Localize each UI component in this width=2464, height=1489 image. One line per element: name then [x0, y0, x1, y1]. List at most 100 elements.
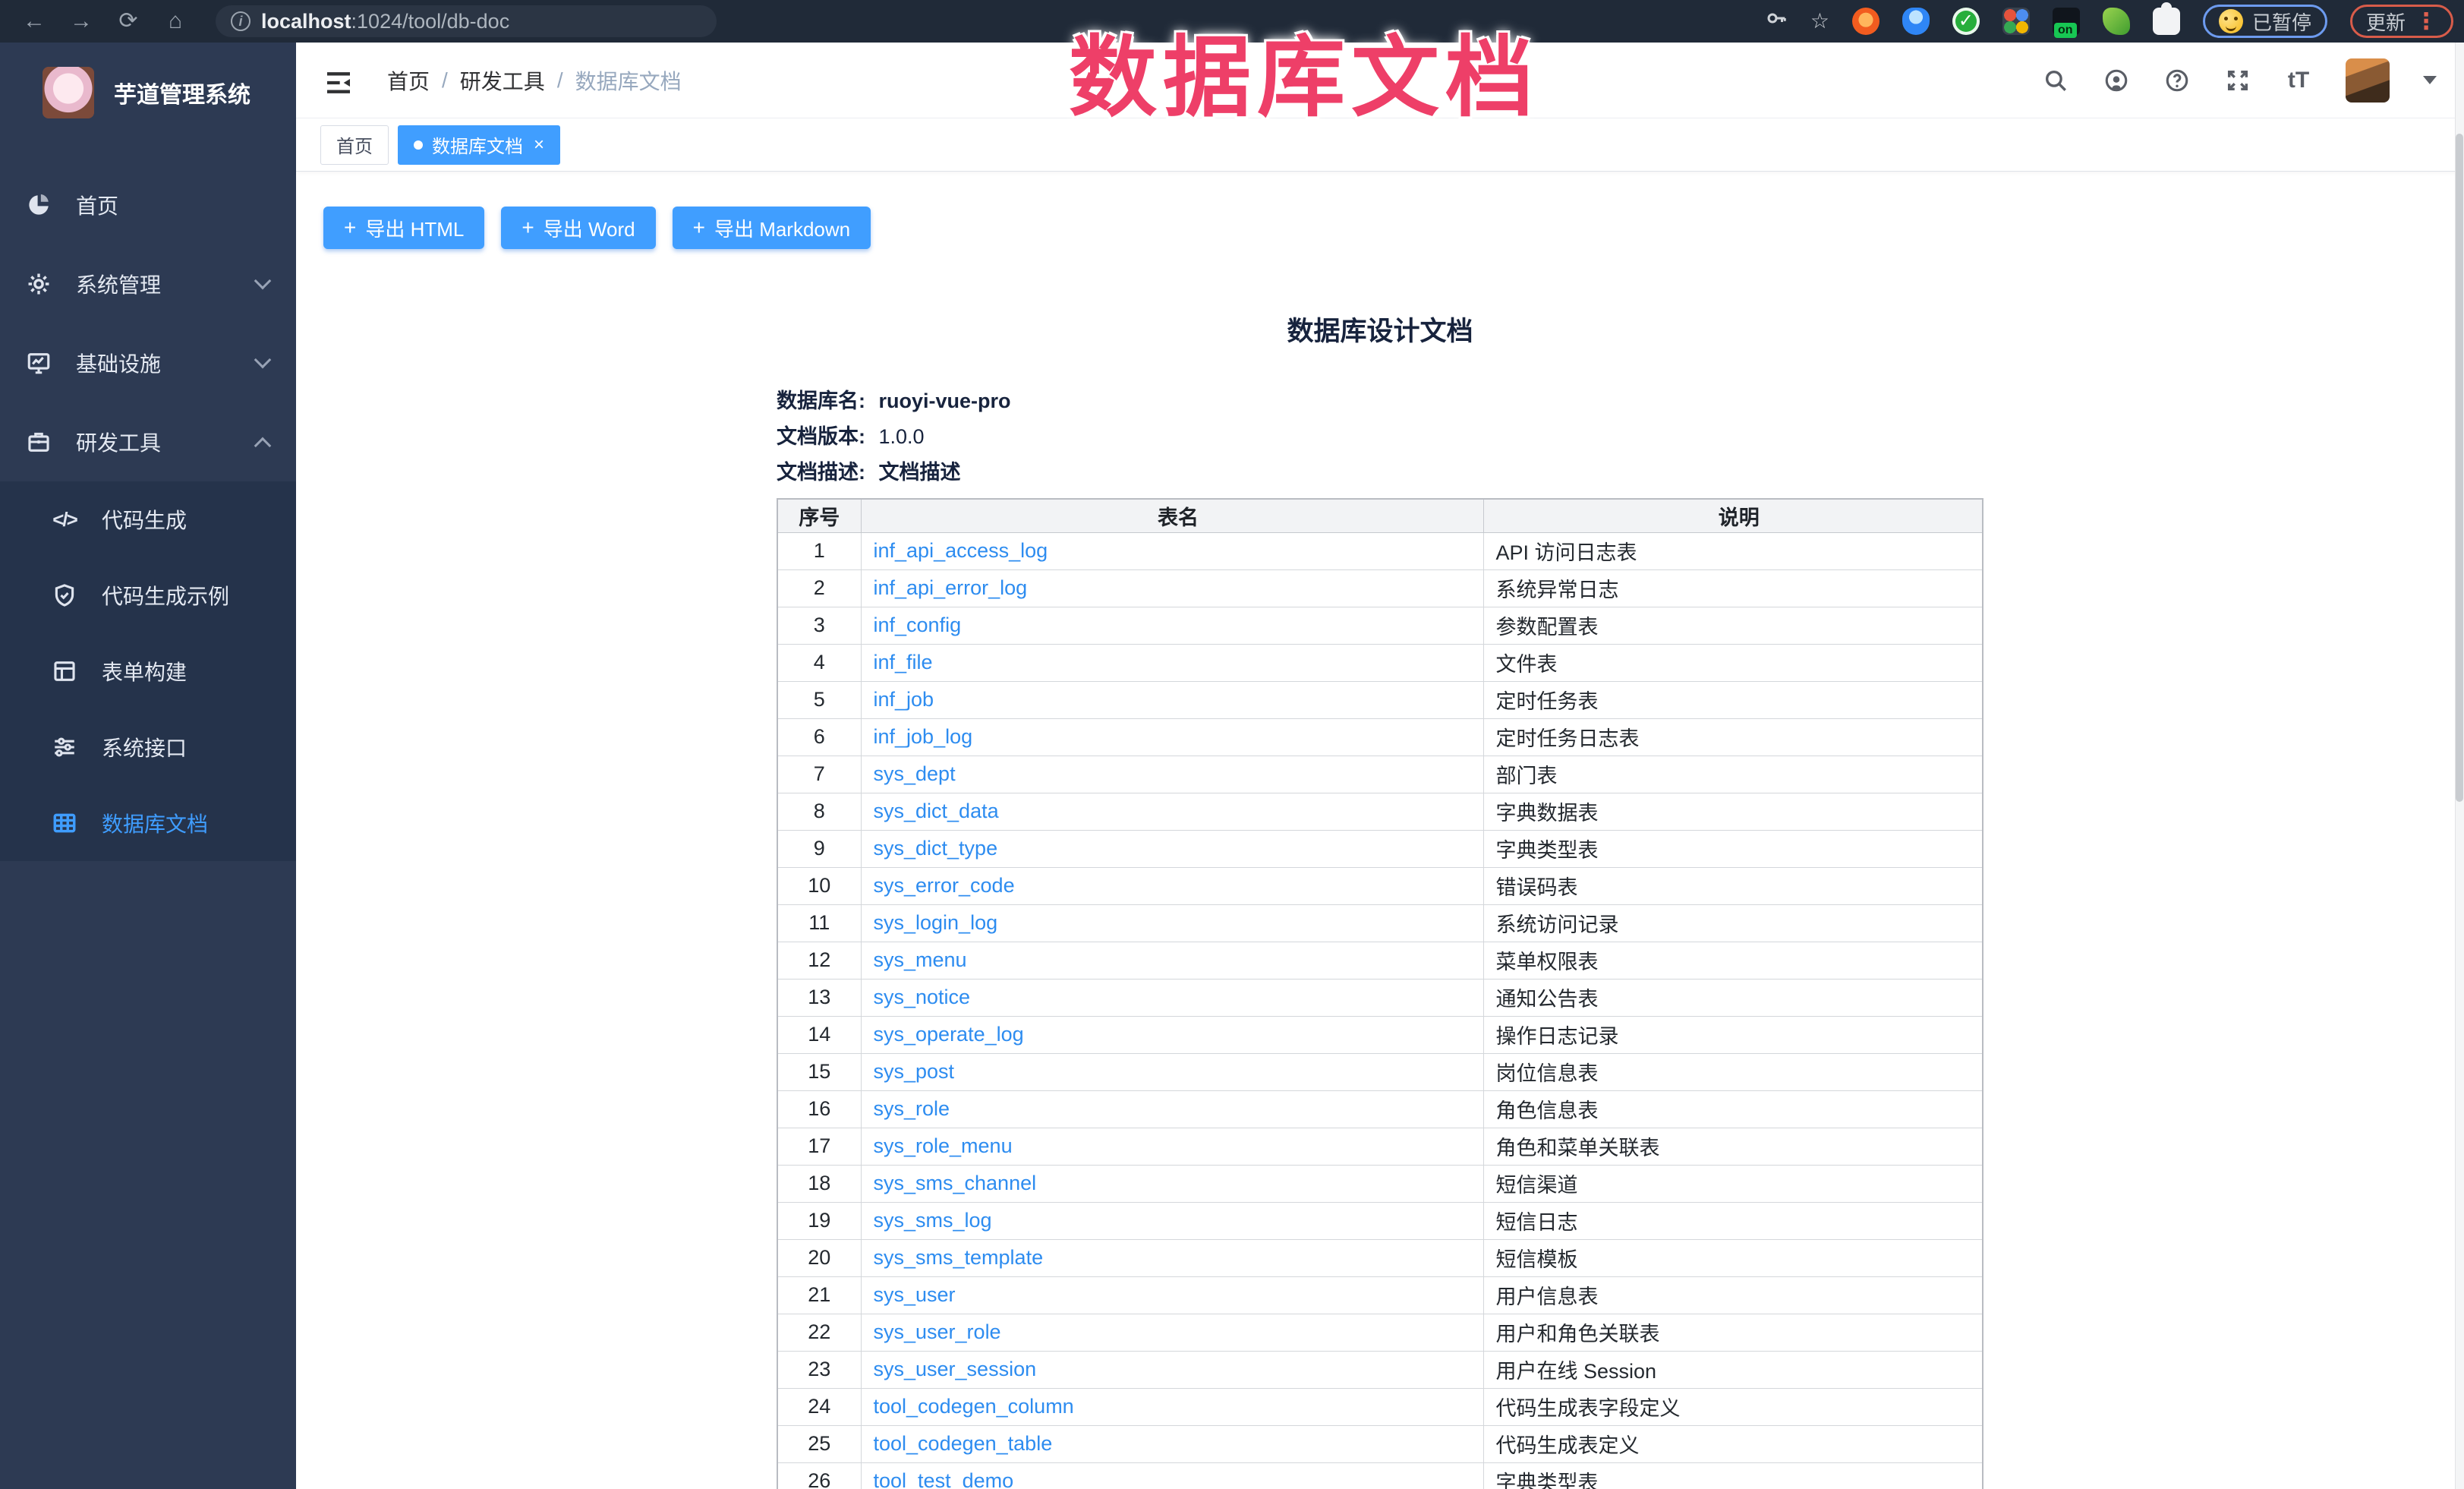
chevron-up-icon: [254, 437, 272, 455]
extension-check-icon[interactable]: ✓: [1952, 8, 1980, 35]
tab-home[interactable]: 首页: [320, 125, 389, 165]
table-name-link[interactable]: sys_post: [874, 1060, 955, 1083]
table-name-link[interactable]: sys_dept: [874, 762, 956, 785]
sidebar-item-label: 基础设施: [76, 348, 161, 378]
browser-update-button[interactable]: 更新 ⋮: [2350, 5, 2453, 38]
site-info-icon[interactable]: i: [231, 11, 250, 31]
table-name-link[interactable]: sys_sms_channel: [874, 1172, 1037, 1194]
avatar[interactable]: [2346, 58, 2390, 103]
table-name-link[interactable]: sys_dict_type: [874, 837, 998, 860]
search-icon[interactable]: [2042, 67, 2069, 94]
extension-leaf-icon[interactable]: [2103, 8, 2130, 35]
table-name-link[interactable]: inf_job_log: [874, 725, 973, 748]
sidebar-item-codegen-demo[interactable]: 代码生成示例: [0, 557, 296, 633]
row-index: 10: [777, 867, 861, 904]
collapse-sidebar-icon[interactable]: [323, 68, 354, 93]
table-name-link[interactable]: inf_api_error_log: [874, 576, 1028, 599]
table-head: 序号 表名 说明: [777, 499, 1983, 532]
breadcrumb-devtools[interactable]: 研发工具: [460, 65, 545, 96]
table-name-link[interactable]: tool_test_demo: [874, 1469, 1014, 1489]
browser-back-button[interactable]: ←: [11, 0, 58, 43]
extension-grid-icon[interactable]: [2002, 8, 2030, 35]
github-icon[interactable]: [2103, 67, 2130, 94]
table-name-link[interactable]: inf_file: [874, 651, 933, 674]
sidebar-item-label: 代码生成示例: [102, 580, 229, 610]
extension-icon[interactable]: [1902, 8, 1930, 35]
sidebar-item-home[interactable]: 首页: [0, 166, 296, 244]
paused-extension-chip[interactable]: 已暂停: [2203, 5, 2327, 38]
sidebar-item-form-builder[interactable]: 表单构建: [0, 633, 296, 709]
breadcrumb-separator: /: [442, 68, 448, 93]
table-name-link[interactable]: sys_sms_log: [874, 1209, 992, 1232]
tab-label: 首页: [336, 131, 373, 158]
table-name-link[interactable]: tool_codegen_column: [874, 1395, 1074, 1418]
sidebar-item-codegen[interactable]: </> 代码生成: [0, 481, 296, 557]
table-name-link[interactable]: sys_login_log: [874, 911, 998, 934]
export-button[interactable]: + 导出 Markdown: [673, 207, 871, 249]
fullscreen-icon[interactable]: [2224, 67, 2251, 94]
table-row: 4 inf_file 文件表: [777, 644, 1983, 681]
page-scrollbar[interactable]: [2455, 43, 2464, 1489]
table-description: 参数配置表: [1483, 607, 1983, 644]
paused-label: 已暂停: [2252, 8, 2311, 36]
table-name-link[interactable]: sys_sms_template: [874, 1246, 1044, 1269]
scrollbar-thumb[interactable]: [2456, 134, 2463, 802]
table-description: 部门表: [1483, 756, 1983, 793]
table-name-link[interactable]: inf_config: [874, 614, 962, 636]
table-description: 短信模板: [1483, 1239, 1983, 1276]
extension-icon[interactable]: [1852, 8, 1880, 35]
table-name-link[interactable]: sys_user_role: [874, 1320, 1001, 1343]
browser-reload-button[interactable]: ⟳: [105, 0, 152, 43]
table-name-link[interactable]: sys_role_menu: [874, 1134, 1013, 1157]
shield-check-icon: [50, 581, 79, 610]
table-name-link[interactable]: inf_job: [874, 688, 934, 711]
row-index: 19: [777, 1202, 861, 1239]
tags-view-bar: 首页 数据库文档 ×: [296, 118, 2464, 172]
browser-menu-icon[interactable]: ⋮: [2415, 8, 2437, 35]
field-value: 文档描述: [879, 461, 961, 484]
address-bar[interactable]: i localhost:1024/tool/db-doc: [216, 5, 717, 37]
sidebar-item-devtools[interactable]: 研发工具: [0, 402, 296, 481]
sidebar-item-system[interactable]: 系统管理: [0, 244, 296, 323]
table-row: 26 tool_test_demo 字典类型表: [777, 1462, 1983, 1489]
table-name-link[interactable]: inf_api_access_log: [874, 539, 1048, 562]
browser-home-button[interactable]: ⌂: [152, 0, 199, 43]
main-area: 首页 / 研发工具 / 数据库文档 tT: [296, 43, 2464, 1489]
table-name-link[interactable]: sys_dict_data: [874, 800, 999, 822]
row-index: 26: [777, 1462, 861, 1489]
sidebar-item-label: 代码生成: [102, 504, 187, 535]
extension-on-icon[interactable]: on: [2053, 8, 2080, 35]
sidebar-item-infra[interactable]: 基础设施: [0, 323, 296, 402]
tables-overview-table: 序号 表名 说明 1 inf_api_access_log API 访问日志表: [777, 498, 1983, 1489]
table-body: 1 inf_api_access_log API 访问日志表 2 inf_api…: [777, 532, 1983, 1489]
table-row: 15 sys_post 岗位信息表: [777, 1053, 1983, 1090]
row-index: 1: [777, 532, 861, 569]
export-button[interactable]: + 导出 Word: [501, 207, 655, 249]
extensions-puzzle-icon[interactable]: [2153, 8, 2180, 35]
export-toolbar: + 导出 HTML + 导出 Word + 导出 Markdown: [323, 207, 2464, 249]
row-index: 5: [777, 681, 861, 718]
field-value: ruoyi-vue-pro: [879, 390, 1011, 412]
table-name-link[interactable]: sys_error_code: [874, 874, 1015, 897]
close-icon[interactable]: ×: [534, 136, 544, 154]
breadcrumb-home[interactable]: 首页: [387, 65, 430, 96]
table-name-link[interactable]: sys_notice: [874, 986, 971, 1008]
tab-db-doc[interactable]: 数据库文档 ×: [398, 125, 560, 165]
breadcrumb: 首页 / 研发工具 / 数据库文档: [387, 65, 682, 96]
avatar-caret-icon[interactable]: [2423, 76, 2437, 84]
sidebar-item-api[interactable]: 系统接口: [0, 709, 296, 785]
key-icon[interactable]: [1765, 7, 1788, 36]
table-name-link[interactable]: sys_user_session: [874, 1358, 1037, 1380]
table-name-link[interactable]: sys_role: [874, 1097, 950, 1120]
table-name-link[interactable]: sys_menu: [874, 948, 967, 971]
export-button[interactable]: + 导出 HTML: [323, 207, 484, 249]
sidebar-item-db-doc[interactable]: 数据库文档: [0, 785, 296, 861]
font-size-icon[interactable]: tT: [2285, 67, 2312, 94]
table-description: 错误码表: [1483, 867, 1983, 904]
bookmark-star-icon[interactable]: ☆: [1810, 8, 1829, 35]
help-icon[interactable]: [2163, 67, 2191, 94]
browser-forward-button[interactable]: →: [58, 0, 105, 43]
table-name-link[interactable]: sys_user: [874, 1283, 956, 1306]
table-name-link[interactable]: tool_codegen_table: [874, 1432, 1053, 1455]
table-name-link[interactable]: sys_operate_log: [874, 1023, 1024, 1046]
